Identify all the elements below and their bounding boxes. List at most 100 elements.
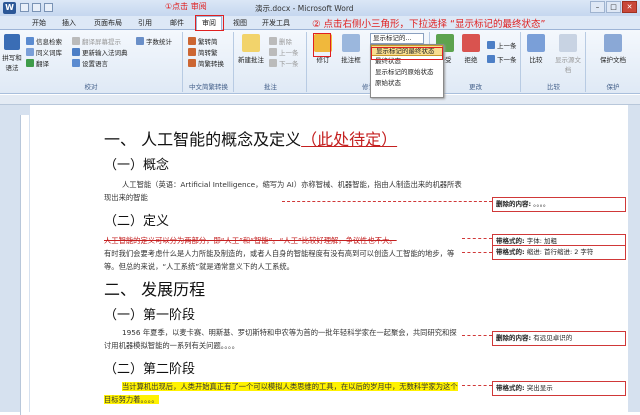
compare-icon — [527, 34, 545, 52]
heading-2-concept: （一）概念 — [104, 158, 170, 173]
t2s-icon — [188, 48, 196, 56]
next-comment-button[interactable]: 下一条 — [269, 58, 299, 68]
title-bar: W 演示.docx - Microsoft Word – □ ✕ — [0, 0, 640, 16]
redo-icon[interactable] — [44, 3, 53, 12]
tab-home[interactable]: 开始 — [32, 18, 46, 28]
tab-page-layout[interactable]: 页面布局 — [94, 18, 122, 28]
pending-insertion: （此处待定） — [301, 130, 398, 149]
window-title: 演示.docx - Microsoft Word — [255, 4, 354, 13]
minimize-button[interactable]: – — [590, 1, 605, 13]
left-margin — [0, 105, 30, 415]
next-change-button[interactable]: 下一条 — [487, 54, 517, 64]
paragraph-stage-one: 1956 年夏季，以麦卡赛、明斯基、罗切斯特和申农等为首的一批年轻科学家在一起聚… — [104, 328, 457, 350]
menu-item-original-show-markup[interactable]: 显示标记的原始状态 — [371, 67, 443, 78]
undo-icon[interactable] — [32, 3, 41, 12]
compare-button[interactable]: 比较 — [524, 34, 548, 64]
tab-mailings[interactable]: 邮件 — [170, 18, 184, 28]
save-icon[interactable] — [20, 3, 29, 12]
new-comment-icon — [242, 34, 260, 52]
convert-button[interactable]: 简繁转换 — [188, 58, 224, 68]
language-icon — [72, 59, 80, 67]
reject-button[interactable]: 拒绝 — [459, 34, 483, 64]
update-ime-button[interactable]: 更新输入法词典 — [72, 47, 128, 57]
document-page[interactable]: 一、 人工智能的概念及定义（此处待定） （一）概念 人工智能（英语：Artifi… — [92, 112, 472, 412]
paragraph-definition: 人工智能的定义可以分为两部分，即“人工”和“智能”。“人工”比较好理解，争议性也… — [104, 236, 455, 271]
reject-icon — [462, 34, 480, 52]
balloon-connector — [462, 385, 492, 386]
highlight-box-track — [313, 33, 331, 57]
prev-change-button[interactable]: 上一条 — [487, 40, 517, 50]
group-compare: 比较 显示源文档 比较 — [522, 32, 586, 92]
lock-icon — [604, 34, 622, 52]
protect-document-button[interactable]: 保护文档 — [597, 34, 629, 64]
translate-button[interactable]: 翻译 — [26, 58, 49, 68]
word-count-button[interactable]: 字数统计 — [136, 36, 172, 46]
group-comments: 新建批注 删除 上一条 下一条 批注 — [235, 32, 307, 92]
group-chinese-conversion: 繁转简 简转繁 简繁转换 中文简繁转换 — [184, 32, 234, 92]
heading-1-concept: 一、 人工智能的概念及定义（此处待定） — [104, 130, 398, 149]
delete-comment-button[interactable]: 删除 — [269, 36, 292, 46]
horizontal-ruler[interactable] — [0, 95, 640, 105]
heading-2-stage-two: （二）第二阶段 — [104, 362, 196, 377]
tab-developer[interactable]: 开发工具 — [262, 18, 290, 28]
translate-icon — [26, 59, 34, 67]
spelling-button[interactable]: 拼写和语法 — [2, 34, 22, 72]
menu-item-original[interactable]: 原始状态 — [371, 78, 443, 89]
tab-insert[interactable]: 插入 — [62, 18, 76, 28]
balloon-deleted-2[interactable]: 删除的内容: 有远见卓识的 — [492, 331, 626, 346]
show-source-icon — [559, 34, 577, 52]
prev-comment-icon — [269, 48, 277, 56]
research-button[interactable]: 信息检索 — [26, 36, 62, 46]
delete-comment-icon — [269, 37, 277, 45]
vertical-scrollbar[interactable] — [628, 105, 640, 412]
convert-icon — [188, 59, 196, 67]
heading-1-history: 二、 发展历程 — [104, 280, 206, 299]
ime-icon — [72, 48, 80, 56]
highlight-box-menu-item — [371, 47, 443, 60]
set-language-button[interactable]: 设置语言 — [72, 58, 108, 68]
translate-tip-icon — [72, 37, 80, 45]
formatted-text: 人工智能的定义可以分为两部分，即“人工”和“智能”。“人工”比较好理解，争议性也… — [104, 236, 397, 245]
balloons-icon — [342, 34, 360, 52]
balloons-button[interactable]: 批注框 — [338, 34, 364, 64]
s2t-button[interactable]: 繁转简 — [188, 36, 218, 46]
window-controls: – □ ✕ — [589, 1, 637, 13]
next-change-icon — [487, 55, 495, 63]
tab-view[interactable]: 视图 — [233, 18, 247, 28]
balloon-connector — [462, 335, 492, 336]
s2t-icon — [188, 37, 196, 45]
balloon-format-highlight[interactable]: 带格式的: 突出显示 — [492, 381, 626, 396]
next-comment-icon — [269, 59, 277, 67]
vertical-ruler[interactable] — [20, 115, 29, 415]
group-proofing: 拼写和语法 信息检索 同义词库 翻译 翻译屏幕提示 更新输入法词典 设置语言 字… — [0, 32, 183, 92]
maximize-button[interactable]: □ — [606, 1, 621, 13]
step1-annotation: ①点击 审阅 — [165, 2, 207, 11]
word-count-icon — [136, 37, 144, 45]
balloon-format-indent[interactable]: 带格式的: 缩进: 首行缩进: 2 字符 — [492, 245, 626, 260]
research-icon — [26, 37, 34, 45]
balloon-deleted-1[interactable]: 删除的内容: 。。。。 — [492, 197, 626, 212]
highlighted-text: 当计算机出现后，人类开始真正有了一个可以模拟人类思维的工具，在以后的岁月中，无数… — [104, 382, 458, 404]
tab-references[interactable]: 引用 — [138, 18, 152, 28]
close-button[interactable]: ✕ — [622, 1, 637, 13]
t2s-button[interactable]: 简转繁 — [188, 47, 218, 57]
prev-comment-button[interactable]: 上一条 — [269, 47, 299, 57]
balloon-connector — [462, 252, 492, 253]
word-app-icon[interactable]: W — [3, 2, 16, 14]
highlight-box-review-tab — [195, 15, 224, 31]
group-changes: 接受 拒绝 上一条 下一条 更改 — [431, 32, 521, 92]
heading-2-definition: （二）定义 — [104, 214, 170, 229]
balloon-connector — [282, 201, 492, 202]
heading-2-stage-one: （一）第一阶段 — [104, 308, 196, 323]
translate-tip-button[interactable]: 翻译屏幕提示 — [72, 36, 121, 46]
show-source-button[interactable]: 显示源文档 — [552, 34, 584, 74]
thesaurus-icon — [26, 48, 34, 56]
balloon-connector — [462, 238, 492, 239]
markup-display-select[interactable]: 显示标记的... — [370, 33, 424, 44]
group-protect: 保护文档 保护 — [587, 32, 639, 92]
new-comment-button[interactable]: 新建批注 — [237, 34, 265, 64]
thesaurus-button[interactable]: 同义词库 — [26, 47, 62, 57]
spelling-icon — [4, 34, 20, 50]
step2-annotation: ② 点击右侧小三角形，下拉选择 “显示标记的最终状态” — [312, 19, 546, 30]
paragraph-stage-two: 当计算机出现后，人类开始真正有了一个可以模拟人类思维的工具，在以后的岁月中，无数… — [104, 380, 462, 406]
